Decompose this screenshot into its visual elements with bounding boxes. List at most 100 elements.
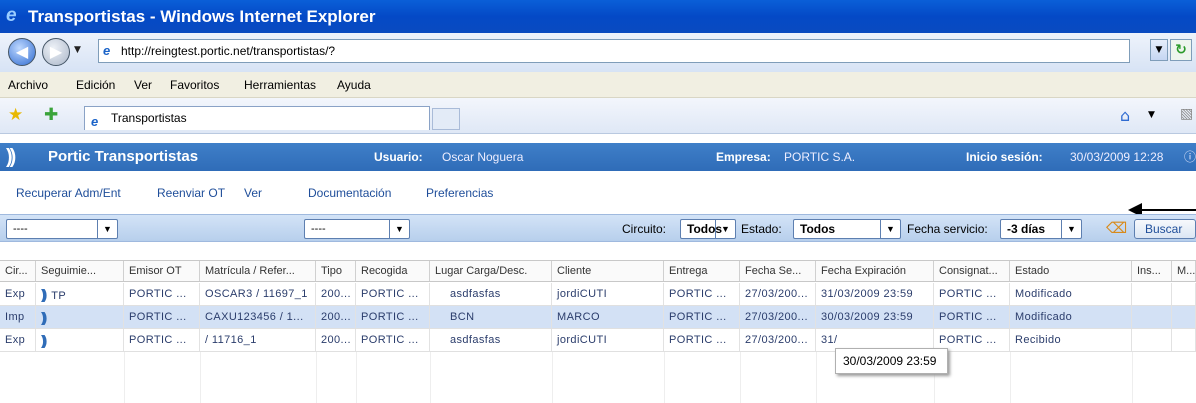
ver-link[interactable]: Ver [244, 181, 262, 205]
circuito-select[interactable]: Todos ▼ [680, 219, 736, 239]
circuito-label: Circuito: [622, 222, 667, 236]
col-header[interactable]: Entrega [664, 261, 740, 281]
window-title: Transportistas - Windows Internet Explor… [28, 7, 376, 26]
cell: PORTIC ... [124, 306, 200, 328]
column-divider [1132, 352, 1133, 403]
company-label: Empresa: [716, 150, 771, 164]
cell: 27/03/200... [740, 283, 816, 305]
menu-ver[interactable]: Ver [134, 72, 152, 98]
filter-combo-1[interactable]: ---- ▼ [6, 219, 118, 239]
table-row[interactable]: Imp )) PORTIC ... CAXU123456 / 1... 200.… [0, 306, 1196, 329]
chevron-down-icon: ▼ [97, 220, 117, 238]
cell [1132, 329, 1172, 351]
history-dropdown-icon[interactable]: ▼ [74, 45, 81, 55]
preferencias-link[interactable]: Preferencias [426, 181, 493, 205]
status-signal-icon: )) [41, 309, 48, 325]
cell: MARCO [552, 306, 664, 328]
filter-bar: ---- ▼ ---- ▼ Circuito: Todos ▼ Estado: Tod… [0, 214, 1196, 242]
cell: PORTIC ... [664, 306, 740, 328]
add-favorite-icon[interactable]: ✚ [44, 106, 58, 124]
recuperar-link[interactable]: Recuperar Adm/Ent [16, 181, 121, 205]
cell: 27/03/200... [740, 306, 816, 328]
fecha-servicio-select[interactable]: -3 días ▼ [1000, 219, 1082, 239]
col-header[interactable]: Lugar Carga/Desc. [430, 261, 552, 281]
orders-grid: Cir... Seguimie... Emisor OT Matrícula /… [0, 252, 1196, 403]
action-toolbar: Recuperar Adm/Ent Reenviar OT Ver Docume… [0, 181, 1196, 205]
col-header[interactable]: Seguimie... [36, 261, 124, 281]
url-input[interactable]: e http://reingtest.portic.net/transporti… [98, 39, 1130, 63]
table-row[interactable]: Exp )) TP PORTIC ... OSCAR3 / 11697_1 20… [0, 283, 1196, 306]
favorites-star-icon[interactable]: ★ [8, 106, 23, 124]
column-divider [356, 352, 357, 403]
cell: PORTIC ... [356, 306, 430, 328]
clear-filters-icon[interactable]: ⌫ [1106, 219, 1127, 237]
cell: Exp [0, 283, 36, 305]
app-title: Portic Transportistas [48, 148, 199, 165]
menu-favoritos[interactable]: Favoritos [170, 72, 219, 98]
col-header[interactable]: Fecha Expiración [816, 261, 934, 281]
cell: Exp [0, 329, 36, 351]
col-header[interactable]: Tipo [316, 261, 356, 281]
url-text: http://reingtest.portic.net/transportist… [121, 44, 336, 58]
forward-button[interactable]: ▶ [42, 38, 70, 66]
user-value: Oscar Noguera [442, 150, 524, 164]
cell: BCN [430, 306, 552, 328]
home-icon[interactable]: ⌂ [1120, 106, 1130, 125]
col-header[interactable]: M... [1172, 261, 1196, 281]
estado-select[interactable]: Todos ▼ [793, 219, 901, 239]
filter-combo-2[interactable]: ---- ▼ [304, 219, 410, 239]
col-header[interactable]: Recogida [356, 261, 430, 281]
tab-page-icon: e [91, 114, 99, 129]
portic-logo-icon: )) [6, 146, 16, 168]
cell: / 11716_1 [200, 329, 316, 351]
cell: PORTIC ... [356, 329, 430, 351]
col-header[interactable]: Cir... [0, 261, 36, 281]
cell: )) [36, 306, 124, 328]
cell: 31/03/2009 23:59 [816, 283, 934, 305]
col-header[interactable]: Ins... [1132, 261, 1172, 281]
col-header[interactable]: Estado [1010, 261, 1132, 281]
column-divider [200, 352, 201, 403]
menu-bar: Archivo Edición Ver Favoritos Herramient… [0, 72, 1196, 98]
user-label: Usuario: [374, 150, 423, 164]
menu-edicion[interactable]: Edición [76, 72, 115, 98]
cell: Recibido [1010, 329, 1132, 351]
cell: )) [36, 329, 124, 351]
login-label: Inicio sesión: [966, 150, 1043, 164]
col-header[interactable]: Emisor OT [124, 261, 200, 281]
address-bar: ◀ ▶ ▼ e http://reingtest.portic.net/tran… [0, 33, 1196, 72]
cell: 30/03/2009 23:59 [816, 306, 934, 328]
cell [1132, 283, 1172, 305]
cell: Imp [0, 306, 36, 328]
back-button[interactable]: ◀ [8, 38, 36, 66]
company-value: PORTIC S.A. [784, 150, 856, 164]
column-divider [430, 352, 431, 403]
tab-transportistas[interactable]: e Transportistas [84, 106, 430, 130]
cell: 200... [316, 329, 356, 351]
menu-ayuda[interactable]: Ayuda [337, 72, 371, 98]
cell: PORTIC ... [124, 283, 200, 305]
new-tab-button[interactable] [432, 108, 460, 130]
table-row[interactable]: Exp )) PORTIC ... / 11716_1 200... PORTI… [0, 329, 1196, 352]
cell [1172, 306, 1196, 328]
cell: 200... [316, 283, 356, 305]
column-divider [664, 352, 665, 403]
info-icon[interactable]: ⓘ [1184, 143, 1196, 171]
refresh-icon[interactable]: ↻ [1170, 39, 1192, 61]
feeds-icon[interactable]: ▧ [1180, 106, 1193, 122]
cell: asdfasfas [430, 329, 552, 351]
url-dropdown-icon[interactable]: ▼ [1150, 39, 1168, 61]
col-header[interactable]: Matrícula / Refer... [200, 261, 316, 281]
reenviar-link[interactable]: Reenviar OT [157, 181, 225, 205]
cell: OSCAR3 / 11697_1 [200, 283, 316, 305]
documentacion-link[interactable]: Documentación [308, 181, 391, 205]
search-button[interactable]: Buscar [1134, 219, 1196, 239]
tab-label: Transportistas [111, 111, 187, 125]
col-header[interactable]: Cliente [552, 261, 664, 281]
col-header[interactable]: Fecha Se... [740, 261, 816, 281]
menu-herramientas[interactable]: Herramientas [244, 72, 316, 98]
menu-archivo[interactable]: Archivo [8, 72, 48, 98]
col-header[interactable]: Consignat... [934, 261, 1010, 281]
home-dropdown-icon[interactable]: ▼ [1148, 110, 1155, 120]
cell: CAXU123456 / 1... [200, 306, 316, 328]
